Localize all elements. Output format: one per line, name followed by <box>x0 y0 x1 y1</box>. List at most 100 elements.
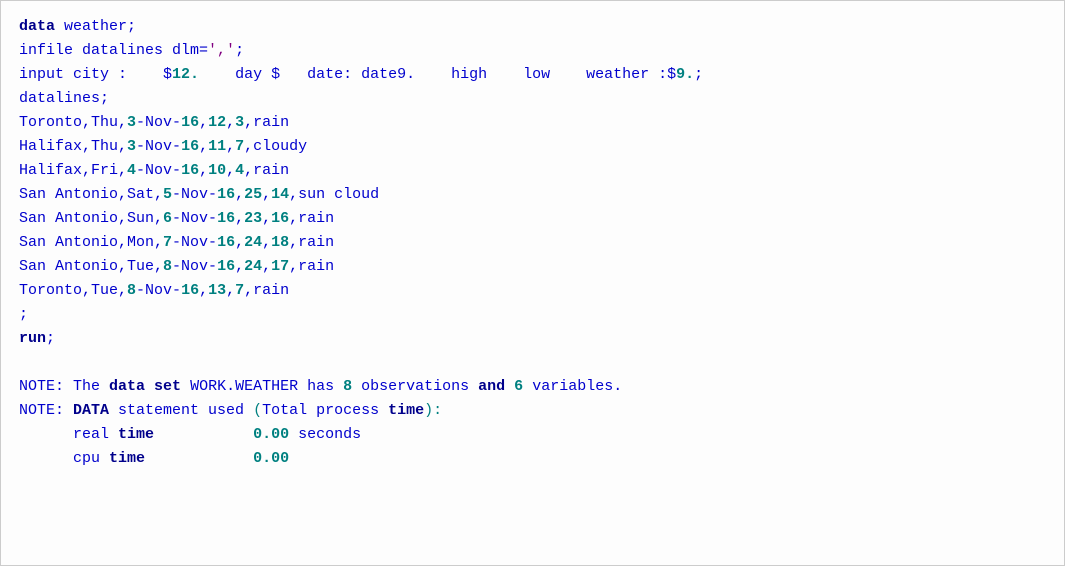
text: -Nov- <box>172 210 217 227</box>
text: day $ date: date9. high low weather :$ <box>199 66 676 83</box>
number: 4 <box>127 162 136 179</box>
number: 16 <box>217 234 235 251</box>
number: 16 <box>181 282 199 299</box>
text: city : $ <box>64 66 172 83</box>
number: 10 <box>208 162 226 179</box>
number: 9. <box>676 66 694 83</box>
note-line: real time 0.00 seconds <box>19 426 361 443</box>
text: input <box>19 66 64 83</box>
number: 3 <box>127 138 136 155</box>
line-end-semicolon: ; <box>19 306 28 323</box>
number: 16 <box>181 114 199 131</box>
text <box>145 450 253 467</box>
string: ',' <box>208 42 235 59</box>
dataline-row: Toronto,Tue,8-Nov-16,13,7,rain <box>19 282 289 299</box>
text: , <box>199 162 208 179</box>
kw: set <box>154 378 181 395</box>
text: -Nov- <box>136 138 181 155</box>
sas-code-block: data weather; infile datalines dlm=','; … <box>0 0 1065 566</box>
text: San Antonio,Tue, <box>19 258 163 275</box>
text: , <box>199 114 208 131</box>
text: NOTE: <box>19 402 73 419</box>
line-data: data weather; <box>19 18 136 35</box>
dataline-row: San Antonio,Sun,6-Nov-16,23,16,rain <box>19 210 334 227</box>
line-datalines: datalines; <box>19 90 109 107</box>
text: -Nov- <box>136 162 181 179</box>
text: , <box>262 210 271 227</box>
text: Toronto,Thu, <box>19 114 127 131</box>
text: statement used <box>109 402 253 419</box>
text <box>505 378 514 395</box>
number: 16 <box>271 210 289 227</box>
number: 8 <box>127 282 136 299</box>
text: , <box>226 138 235 155</box>
text: Halifax,Thu, <box>19 138 127 155</box>
text: ,sun cloud <box>289 186 379 203</box>
number: 12 <box>208 114 226 131</box>
text: ; <box>235 42 244 59</box>
number: 12. <box>172 66 199 83</box>
number: 3 <box>127 114 136 131</box>
number: 8 <box>163 258 172 275</box>
dataline-row: Halifax,Fri,4-Nov-16,10,4,rain <box>19 162 289 179</box>
number: 6 <box>163 210 172 227</box>
kw: time <box>118 426 154 443</box>
number: 7 <box>235 282 244 299</box>
number: 14 <box>271 186 289 203</box>
text: cpu <box>19 450 109 467</box>
number: 0.00 <box>253 450 289 467</box>
number: 25 <box>244 186 262 203</box>
blank-line <box>19 354 28 371</box>
number: 16 <box>217 258 235 275</box>
note-line: NOTE: DATA statement used (Total process… <box>19 402 442 419</box>
dataline-row: San Antonio,Sat,5-Nov-16,25,14,sun cloud <box>19 186 379 203</box>
text: , <box>235 258 244 275</box>
line-run: run; <box>19 330 55 347</box>
text <box>145 378 154 395</box>
kw: data <box>109 378 145 395</box>
kw: time <box>388 402 424 419</box>
text: , <box>199 282 208 299</box>
number: 3 <box>235 114 244 131</box>
text: , <box>262 234 271 251</box>
text: , <box>226 114 235 131</box>
dataline-row: Toronto,Thu,3-Nov-16,12,3,rain <box>19 114 289 131</box>
text: Toronto,Tue, <box>19 282 127 299</box>
number: 16 <box>181 162 199 179</box>
number: 18 <box>271 234 289 251</box>
text: infile <box>19 42 73 59</box>
number: 23 <box>244 210 262 227</box>
number: 24 <box>244 234 262 251</box>
text: -Nov- <box>136 282 181 299</box>
note-line: cpu time 0.00 <box>19 450 289 467</box>
text: WORK.WEATHER has <box>181 378 343 395</box>
text: San Antonio,Mon, <box>19 234 163 251</box>
text: -Nov- <box>136 114 181 131</box>
kw: time <box>109 450 145 467</box>
text <box>154 426 253 443</box>
text: ,rain <box>244 114 289 131</box>
paren: ( <box>253 402 262 419</box>
number: 16 <box>217 186 235 203</box>
line-infile: infile datalines dlm=','; <box>19 42 244 59</box>
text: Total process <box>262 402 388 419</box>
text: ; <box>694 66 703 83</box>
text: , <box>262 258 271 275</box>
text: , <box>226 162 235 179</box>
text: ,rain <box>289 258 334 275</box>
number: 7 <box>235 138 244 155</box>
text: real <box>19 426 118 443</box>
text: , <box>235 186 244 203</box>
text: , <box>235 210 244 227</box>
text: datalines dlm= <box>73 42 208 59</box>
text: -Nov- <box>172 258 217 275</box>
text: San Antonio,Sun, <box>19 210 163 227</box>
text: ,rain <box>289 210 334 227</box>
text: weather; <box>55 18 136 35</box>
text: , <box>262 186 271 203</box>
kw-data: data <box>19 18 55 35</box>
number: 8 <box>343 378 352 395</box>
number: 17 <box>271 258 289 275</box>
number: 13 <box>208 282 226 299</box>
kw: DATA <box>73 402 109 419</box>
